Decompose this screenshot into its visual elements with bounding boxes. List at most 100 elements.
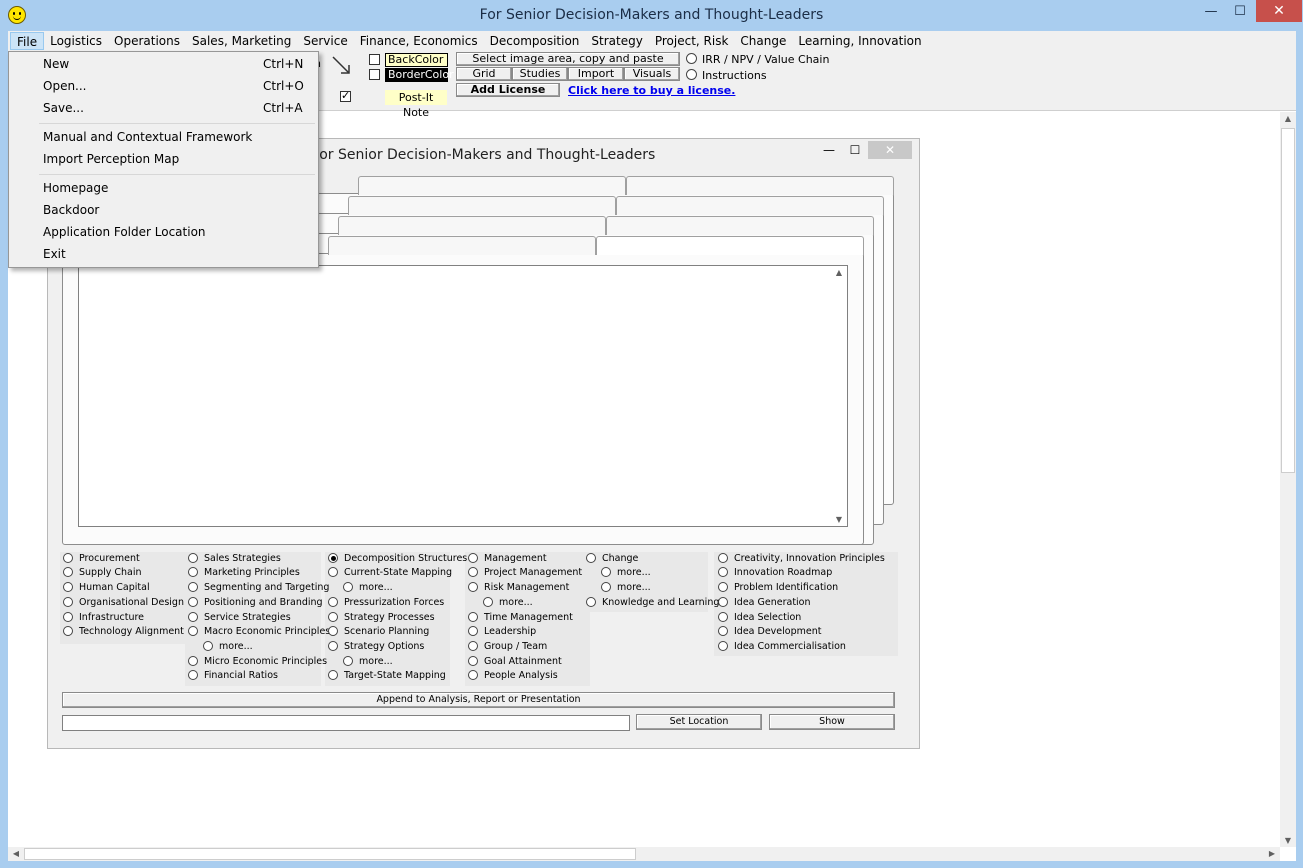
tab-back-3a[interactable] — [338, 216, 606, 235]
radio-button[interactable] — [468, 567, 478, 577]
radio-button[interactable] — [328, 597, 338, 607]
radio-button[interactable] — [188, 582, 198, 592]
radio-button[interactable] — [468, 582, 478, 592]
radio-button[interactable] — [586, 597, 596, 607]
radio-button[interactable] — [188, 612, 198, 622]
menu-strategy[interactable]: Strategy — [585, 32, 648, 50]
tab-back-2b[interactable] — [616, 196, 884, 215]
buy-license-link[interactable]: Click here to buy a license. — [568, 84, 735, 97]
inner-close-button[interactable]: ✕ — [868, 141, 912, 159]
vertical-scrollbar[interactable]: ▲ ▼ — [1280, 112, 1296, 847]
file-menu-new[interactable]: New Ctrl+N — [10, 53, 317, 75]
tab-back-1a[interactable] — [358, 176, 626, 195]
tab-back-1b[interactable] — [626, 176, 894, 195]
menu-service[interactable]: Service — [297, 32, 353, 50]
radio-button[interactable] — [468, 670, 478, 680]
menu-change[interactable]: Change — [734, 32, 792, 50]
irr-radio[interactable] — [686, 53, 697, 64]
radio-button[interactable] — [188, 597, 198, 607]
postit-note-button[interactable]: Post-It Note — [385, 90, 447, 119]
vertical-scroll-thumb[interactable] — [1281, 128, 1295, 473]
tab-front-a[interactable] — [328, 236, 596, 255]
scroll-right-icon[interactable]: ▶ — [1264, 849, 1280, 858]
radio-button[interactable] — [468, 656, 478, 666]
title-bar[interactable]: For Senior Decision-Makers and Thought-L… — [0, 0, 1303, 31]
file-menu-exit[interactable]: Exit — [10, 243, 317, 265]
menu-file[interactable]: File — [10, 32, 45, 50]
radio-button[interactable] — [63, 597, 73, 607]
menu-finance-economics[interactable]: Finance, Economics — [354, 32, 484, 50]
scroll-left-icon[interactable]: ◀ — [8, 849, 24, 858]
add-license-button[interactable]: Add License — [456, 83, 560, 97]
append-button[interactable]: Append to Analysis, Report or Presentati… — [62, 692, 895, 708]
inner-maximize-button[interactable]: ☐ — [842, 141, 868, 159]
textarea-scroll-up-icon[interactable]: ▲ — [831, 268, 847, 277]
tab-back-3b[interactable] — [606, 216, 874, 235]
file-menu-backdoor[interactable]: Backdoor — [10, 199, 317, 221]
radio-button[interactable] — [188, 656, 198, 666]
radio-button[interactable] — [718, 567, 728, 577]
file-menu-manual[interactable]: Manual and Contextual Framework — [10, 126, 317, 148]
bordercolor-swatch[interactable]: BorderColor — [385, 68, 454, 82]
studies-button[interactable]: Studies — [512, 67, 568, 81]
radio-button[interactable] — [63, 567, 73, 577]
radio-button[interactable] — [328, 612, 338, 622]
select-image-button[interactable]: Select image area, copy and paste — [456, 52, 680, 66]
radio-button-selected[interactable] — [328, 553, 338, 563]
tab-back-2a[interactable] — [348, 196, 616, 215]
radio-button[interactable] — [601, 582, 611, 592]
radio-button[interactable] — [203, 641, 213, 651]
radio-button[interactable] — [188, 626, 198, 636]
radio-button[interactable] — [601, 567, 611, 577]
radio-button[interactable] — [718, 582, 728, 592]
radio-button[interactable] — [63, 582, 73, 592]
menu-operations[interactable]: Operations — [108, 32, 186, 50]
horizontal-scroll-thumb[interactable] — [24, 848, 636, 860]
grid-button[interactable]: Grid — [456, 67, 512, 81]
radio-button[interactable] — [63, 553, 73, 563]
file-menu-import-perception-map[interactable]: Import Perception Map — [10, 148, 317, 170]
content-textarea[interactable]: ▲ ▼ — [78, 265, 848, 527]
menu-project-risk[interactable]: Project, Risk — [649, 32, 735, 50]
inner-minimize-button[interactable]: — — [816, 141, 842, 159]
radio-button[interactable] — [468, 612, 478, 622]
radio-button[interactable] — [718, 553, 728, 563]
textarea-scroll-down-icon[interactable]: ▼ — [831, 515, 847, 524]
close-button[interactable]: ✕ — [1256, 0, 1302, 22]
instructions-radio[interactable] — [686, 69, 697, 80]
radio-button[interactable] — [718, 641, 728, 651]
backcolor-swatch[interactable]: BackColor — [385, 53, 448, 67]
radio-button[interactable] — [188, 567, 198, 577]
radio-button[interactable] — [328, 567, 338, 577]
radio-button[interactable] — [328, 670, 338, 680]
scroll-up-icon[interactable]: ▲ — [1280, 114, 1296, 123]
connector-arrow-icon[interactable] — [330, 54, 354, 78]
visuals-button[interactable]: Visuals — [624, 67, 680, 81]
radio-button[interactable] — [586, 553, 596, 563]
scroll-down-icon[interactable]: ▼ — [1280, 836, 1296, 845]
minimize-button[interactable]: — — [1196, 0, 1226, 22]
menu-decomposition[interactable]: Decomposition — [484, 32, 586, 50]
location-path-field[interactable] — [62, 715, 630, 731]
show-button[interactable]: Show — [769, 714, 895, 730]
radio-button[interactable] — [468, 553, 478, 563]
radio-button[interactable] — [343, 656, 353, 666]
radio-button[interactable] — [718, 597, 728, 607]
import-button[interactable]: Import — [568, 67, 624, 81]
radio-button[interactable] — [343, 582, 353, 592]
radio-button[interactable] — [718, 612, 728, 622]
menu-sales-marketing[interactable]: Sales, Marketing — [186, 32, 297, 50]
radio-button[interactable] — [188, 670, 198, 680]
bordercolor-checkbox[interactable] — [369, 69, 380, 80]
file-menu-homepage[interactable]: Homepage — [10, 177, 317, 199]
file-menu-open[interactable]: Open... Ctrl+O — [10, 75, 317, 97]
radio-button[interactable] — [718, 626, 728, 636]
radio-button[interactable] — [483, 597, 493, 607]
toolbar-checkbox-checked[interactable] — [340, 89, 351, 102]
radio-button[interactable] — [188, 553, 198, 563]
file-menu-save[interactable]: Save... Ctrl+A — [10, 97, 317, 119]
backcolor-checkbox[interactable] — [369, 54, 380, 65]
file-menu-app-folder[interactable]: Application Folder Location — [10, 221, 317, 243]
set-location-button[interactable]: Set Location — [636, 714, 762, 730]
tab-front-b[interactable] — [596, 236, 864, 255]
